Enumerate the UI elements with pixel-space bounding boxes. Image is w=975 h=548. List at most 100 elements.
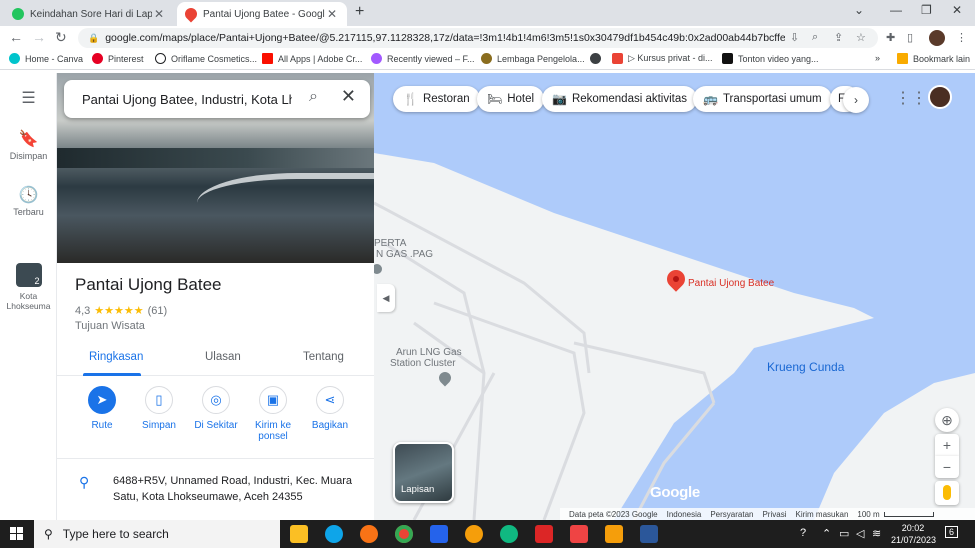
chip-hotel[interactable]: 🛏 Hotel bbox=[477, 86, 545, 112]
install-icon[interactable]: ⇩ bbox=[790, 31, 799, 44]
send-to-phone-button[interactable]: ▣ Kirim ke ponsel bbox=[243, 386, 303, 442]
bookmark-star-icon[interactable]: ☆ bbox=[856, 31, 866, 44]
word-icon[interactable] bbox=[640, 525, 658, 543]
browser-tab-active[interactable]: Pantai Ujong Batee - Google Maps ✕ bbox=[177, 2, 347, 26]
bookmark-item[interactable]: ▷ Kursus privat - di... bbox=[612, 53, 712, 64]
tab-ringkasan[interactable]: Ringkasan bbox=[89, 351, 143, 363]
adobe-icon bbox=[262, 53, 273, 64]
back-icon[interactable]: ← bbox=[9, 29, 23, 45]
url-text[interactable]: google.com/maps/place/Pantai+Ujong+Batee… bbox=[105, 32, 785, 44]
bookmarks-overflow-icon[interactable]: » bbox=[875, 53, 880, 63]
footer-privacy-link[interactable]: Privasi bbox=[762, 510, 786, 519]
restore-icon[interactable]: ❐ bbox=[921, 3, 932, 17]
tab-search-chevron-icon[interactable]: ⌄ bbox=[854, 3, 864, 17]
firefox-icon[interactable] bbox=[360, 525, 378, 543]
directions-button[interactable]: ➤ Rute bbox=[72, 386, 132, 431]
lock-icon[interactable]: 🔒 bbox=[88, 33, 99, 44]
omnibox[interactable]: 🔒 google.com/maps/place/Pantai+Ujong+Bat… bbox=[78, 28, 878, 48]
bookmark-icon: ▯ bbox=[145, 386, 173, 414]
chip-aktivitas[interactable]: 📷 Rekomendasi aktivitas bbox=[542, 86, 698, 112]
place-category[interactable]: Tujuan Wisata bbox=[75, 320, 145, 332]
forward-icon[interactable]: → bbox=[32, 29, 46, 45]
share-icon[interactable]: ⇪ bbox=[834, 31, 843, 44]
save-button[interactable]: ▯ Simpan bbox=[129, 386, 189, 431]
close-window-icon[interactable]: ✕ bbox=[952, 3, 962, 17]
search-box[interactable]: ⌕ ✕ bbox=[64, 80, 370, 118]
nearby-button[interactable]: ◎ Di Sekitar bbox=[186, 386, 246, 431]
extensions-icon[interactable]: ✚ bbox=[886, 31, 895, 44]
battery-icon[interactable]: ▭ bbox=[839, 527, 849, 540]
search-input[interactable] bbox=[82, 91, 292, 107]
zoom-icon[interactable]: ⌕ bbox=[812, 31, 818, 44]
help-icon[interactable]: ? bbox=[800, 527, 806, 539]
browser-tab[interactable]: Keindahan Sore Hari di Lapangan ✕ bbox=[4, 2, 174, 26]
bookmark-label: Recently viewed – F... bbox=[387, 53, 475, 64]
jupyter-icon[interactable] bbox=[465, 525, 483, 543]
footer-terms-link[interactable]: Persyaratan bbox=[710, 510, 753, 519]
zoom-out-button[interactable]: − bbox=[935, 456, 959, 478]
close-icon[interactable]: ✕ bbox=[341, 86, 356, 107]
layers-button[interactable]: Lapisan bbox=[393, 442, 454, 503]
wifi-icon[interactable]: ≋ bbox=[872, 527, 881, 540]
pegman-icon[interactable] bbox=[935, 481, 959, 505]
tray-overflow-icon[interactable]: ⌃ bbox=[822, 527, 831, 540]
chip-restoran[interactable]: 🍴 Restoran bbox=[393, 86, 480, 112]
chip-label: Hotel bbox=[507, 93, 535, 105]
bookmark-item[interactable]: Pinterest bbox=[92, 53, 144, 64]
reload-icon[interactable]: ↻ bbox=[55, 29, 67, 46]
tab-tentang[interactable]: Tentang bbox=[303, 351, 344, 363]
action-label: Bagikan bbox=[311, 420, 349, 431]
search-icon[interactable]: ⌕ bbox=[309, 88, 318, 106]
review-count[interactable]: (61) bbox=[148, 305, 168, 317]
notification-icon[interactable]: 6 bbox=[945, 526, 959, 538]
zoom-in-button[interactable]: + bbox=[935, 434, 959, 456]
clock[interactable]: 20:02 21/07/2023 bbox=[891, 522, 936, 546]
chip-transportasi[interactable]: 🚌 Transportasi umum bbox=[693, 86, 832, 112]
place-address[interactable]: 6488+R5V, Unnamed Road, Industri, Kec. M… bbox=[113, 473, 353, 505]
taskbar-search[interactable]: ⚲ Type here to search bbox=[34, 520, 280, 548]
map-canvas[interactable]: PERTA N GAS .PAG Arun LNG Gas Station Cl… bbox=[374, 73, 975, 520]
app-icon[interactable] bbox=[535, 525, 553, 543]
windows-start-icon[interactable] bbox=[10, 527, 23, 540]
bookmark-item[interactable]: All Apps | Adobe Cr... bbox=[262, 53, 362, 64]
vscode-icon[interactable] bbox=[430, 525, 448, 543]
bookmark-item[interactable]: Recently viewed – F... bbox=[371, 53, 475, 64]
saved-button[interactable]: 🔖 Disimpan bbox=[0, 129, 57, 161]
account-avatar[interactable] bbox=[928, 85, 952, 109]
tab-ulasan[interactable]: Ulasan bbox=[205, 351, 241, 363]
pin-label[interactable]: Pantai Ujong Batee bbox=[688, 278, 774, 289]
recent-place-item[interactable]: 2 Kota Lhokseuma bbox=[0, 263, 57, 311]
chip-label: Restoran bbox=[422, 93, 470, 105]
bookmark-folder-other[interactable]: Bookmark lain bbox=[897, 53, 970, 64]
bookmark-item[interactable]: Tonton video yang... bbox=[722, 53, 819, 64]
collapse-panel-button[interactable]: ◀ bbox=[377, 284, 395, 312]
footer-feedback-link[interactable]: Kirim masukan bbox=[795, 510, 848, 519]
app-icon[interactable] bbox=[570, 525, 588, 543]
chrome-icon[interactable] bbox=[395, 525, 413, 543]
chips-next-button[interactable]: › bbox=[843, 87, 869, 113]
footer-country[interactable]: Indonesia bbox=[667, 510, 702, 519]
tab-favicon-icon bbox=[12, 8, 24, 20]
menu-icon[interactable]: ⋮ bbox=[956, 31, 967, 44]
speaker-icon[interactable]: ◁ bbox=[856, 527, 864, 540]
side-panel-icon[interactable]: ▯ bbox=[907, 31, 913, 44]
edge-icon[interactable] bbox=[325, 525, 343, 543]
new-tab-icon[interactable]: + bbox=[355, 3, 364, 21]
media-player-icon[interactable] bbox=[605, 525, 623, 543]
share-button[interactable]: ⋖ Bagikan bbox=[300, 386, 360, 431]
profile-avatar[interactable] bbox=[929, 30, 945, 46]
bookmark-item[interactable]: Lembaga Pengelola... bbox=[481, 53, 585, 64]
app-icon[interactable] bbox=[500, 525, 518, 543]
bookmark-item[interactable]: Home - Canva bbox=[9, 53, 83, 64]
minimize-icon[interactable]: — bbox=[890, 3, 902, 17]
close-tab-icon[interactable]: ✕ bbox=[152, 7, 166, 21]
bookmark-item[interactable] bbox=[590, 53, 606, 64]
my-location-button[interactable]: ⊕ bbox=[935, 408, 959, 432]
menu-button[interactable]: ☰ bbox=[0, 88, 57, 110]
bookmark-item[interactable]: Oriflame Cosmetics... bbox=[155, 53, 257, 64]
scale-label[interactable]: 100 m bbox=[857, 510, 879, 519]
recent-button[interactable]: 🕓 Terbaru bbox=[0, 185, 57, 217]
file-explorer-icon[interactable] bbox=[290, 525, 308, 543]
close-tab-icon[interactable]: ✕ bbox=[325, 7, 339, 21]
rating-row[interactable]: 4,3 ★★★★★ (61) bbox=[75, 304, 168, 318]
